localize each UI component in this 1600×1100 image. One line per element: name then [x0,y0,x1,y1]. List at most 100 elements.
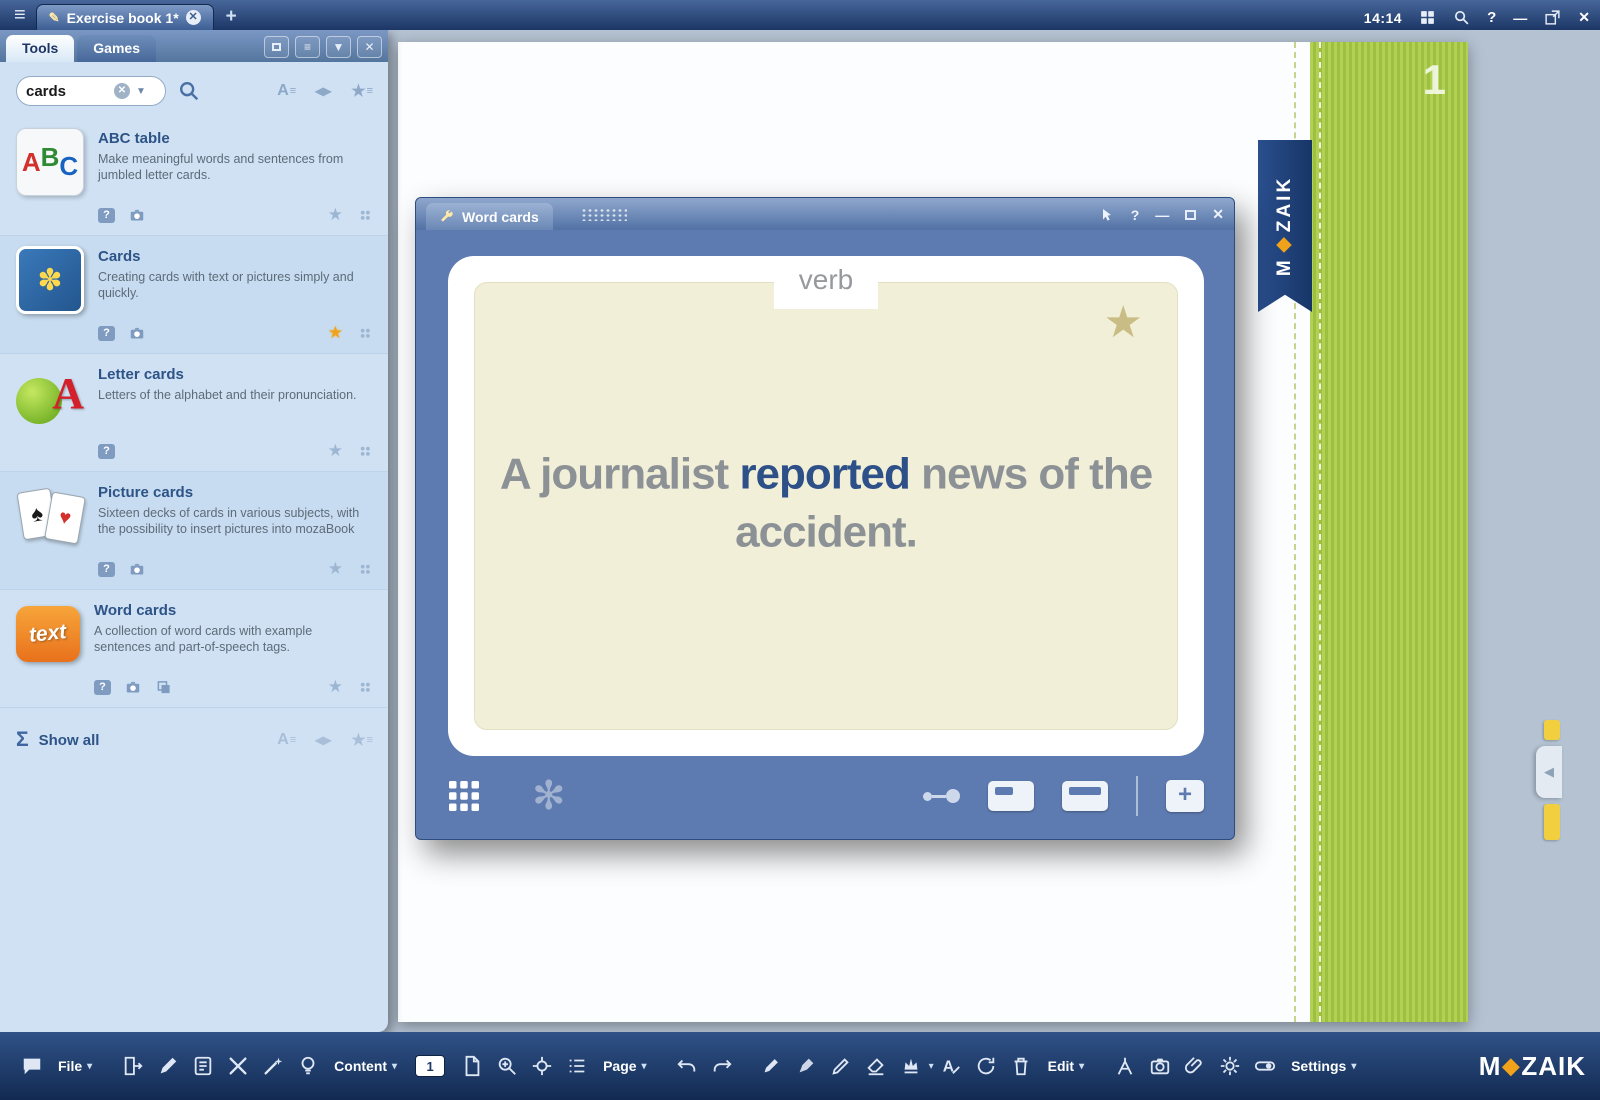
tool-item-letter-cards[interactable]: ALetter cardsLetters of the alphabet and… [0,354,388,472]
undo-icon[interactable] [672,1050,703,1082]
settings-menu[interactable]: Settings▾ [1291,1058,1356,1074]
search-history-chevron-icon[interactable]: ▼ [136,86,146,97]
wand-icon[interactable] [257,1050,288,1082]
position-icon[interactable] [526,1050,557,1082]
help-icon[interactable]: ? [98,444,115,459]
close-window-icon[interactable]: ✕ [1578,9,1590,26]
main-menu-icon[interactable]: ≡ [14,4,26,27]
favorite-star-icon[interactable]: ★ [328,323,343,343]
add-card-button[interactable]: + [1166,780,1204,812]
dialog-tab[interactable]: Word cards [426,203,553,230]
help-icon[interactable]: ? [98,562,115,577]
favorites-filter-icon[interactable]: ★≡ [351,730,372,750]
new-tab-button[interactable]: + [226,6,237,28]
dialog-minimize-icon[interactable]: — [1155,207,1169,223]
favorite-star-icon[interactable]: ★ [328,441,343,461]
document-tab[interactable]: ✎ Exercise book 1* ✕ [36,4,214,30]
attach-icon[interactable] [1179,1050,1210,1082]
chevron-down-icon[interactable]: ▾ [929,1061,934,1072]
chevron-down-icon[interactable]: ▼ [326,36,351,58]
word-card[interactable]: verb ★ A journalist reported news of the… [474,282,1178,730]
favorite-star-icon[interactable]: ★ [328,559,343,579]
tool-item-cards[interactable]: ✽CardsCreating cards with text or pictur… [0,236,388,354]
mozaik-bookmark-ribbon[interactable]: M◆ZAIK [1258,140,1312,312]
card-layout-two-icon[interactable] [1062,781,1108,811]
camera-icon[interactable] [124,680,142,695]
new-window-icon[interactable] [1544,9,1561,26]
pen-icon[interactable] [756,1050,787,1082]
stamp-icon[interactable] [896,1050,927,1082]
minimize-window-icon[interactable]: — [1513,10,1527,26]
reorder-icon[interactable]: ◂▸ [315,81,331,101]
deck-grid-icon[interactable] [446,778,482,814]
show-all-button[interactable]: Show all [39,732,100,749]
pencil-icon[interactable] [826,1050,857,1082]
copy-icon[interactable] [155,680,173,695]
close-panel-icon[interactable]: ✕ [357,36,382,58]
sort-alphabetical-icon[interactable]: A≡ [277,82,295,100]
reorder-icon[interactable]: ◂▸ [315,730,331,750]
drag-grid-icon[interactable] [358,562,372,576]
word-cards-dialog[interactable]: Word cards ? — ✕ verb ★ A journalist rep… [415,197,1235,840]
run-search-icon[interactable] [178,80,200,102]
gear-icon[interactable] [1214,1050,1245,1082]
favorites-filter-icon[interactable]: ★≡ [351,81,372,101]
pen-tool-icon[interactable] [152,1050,183,1082]
card-favorite-star-icon[interactable]: ★ [1104,297,1143,348]
page-number-input[interactable]: 1 [415,1055,445,1077]
zoom-icon[interactable] [491,1050,522,1082]
help-icon[interactable]: ? [1487,9,1496,26]
exit-icon[interactable] [117,1050,148,1082]
text-tool-icon[interactable]: A [936,1050,967,1082]
eraser-icon[interactable] [861,1050,892,1082]
dialog-help-icon[interactable]: ? [1131,207,1140,223]
drag-grid-icon[interactable] [358,680,372,694]
dialog-title-bar[interactable]: Word cards ? — ✕ [416,198,1234,230]
close-document-icon[interactable]: ✕ [186,10,201,25]
camera-icon[interactable] [128,562,146,577]
bookmark-tab-bottom[interactable] [1544,804,1560,840]
redo-icon[interactable] [707,1050,738,1082]
favorite-star-icon[interactable]: ★ [328,677,343,697]
apps-grid-icon[interactable] [1419,9,1436,26]
camera-icon[interactable] [128,208,146,223]
tab-games[interactable]: Games [77,35,156,62]
page-flip-tab[interactable]: ◀ [1536,746,1562,798]
rotate-icon[interactable] [971,1050,1002,1082]
toggle-icon[interactable] [1249,1050,1280,1082]
favorite-star-icon[interactable]: ★ [328,205,343,225]
camera-icon[interactable] [1144,1050,1175,1082]
content-menu[interactable]: Content▾ [334,1058,397,1074]
highlighter-icon[interactable] [791,1050,822,1082]
bookmark-tab-top[interactable] [1544,720,1560,740]
drag-grid-icon[interactable] [358,326,372,340]
geometry-icon[interactable] [1109,1050,1140,1082]
document-icon[interactable] [456,1050,487,1082]
pointer-tool-icon[interactable] [1099,207,1115,223]
drag-grid-icon[interactable] [358,208,372,222]
comment-icon[interactable] [16,1050,47,1082]
file-menu[interactable]: File▾ [58,1058,92,1074]
part-of-speech-tag[interactable]: verb [774,261,878,309]
tab-tools[interactable]: Tools [6,35,74,62]
tool-item-word-cards[interactable]: textWord cardsA collection of word cards… [0,590,388,708]
notes-icon[interactable] [187,1050,218,1082]
tool-item-abc-table[interactable]: ABCABC tableMake meaningful words and se… [0,118,388,236]
sort-alphabetical-icon[interactable]: A≡ [277,731,295,749]
dialog-close-icon[interactable]: ✕ [1212,206,1224,223]
dialog-maximize-icon[interactable] [1185,210,1196,220]
edit-menu[interactable]: Edit▾ [1048,1058,1084,1074]
help-icon[interactable]: ? [94,680,111,695]
card-size-toggle[interactable] [923,789,960,803]
drag-grid-icon[interactable] [358,444,372,458]
help-icon[interactable]: ? [98,208,115,223]
detach-panel-icon[interactable] [264,36,289,58]
page-menu[interactable]: Page▾ [603,1058,647,1074]
search-icon[interactable] [1453,9,1470,26]
ornament-icon[interactable]: ✻ [532,776,566,816]
tool-item-picture-cards[interactable]: ♠♥Picture cardsSixteen decks of cards in… [0,472,388,590]
card-layout-one-icon[interactable] [988,781,1034,811]
tools-icon[interactable] [222,1050,253,1082]
list-icon[interactable] [561,1050,592,1082]
idea-icon[interactable] [292,1050,323,1082]
